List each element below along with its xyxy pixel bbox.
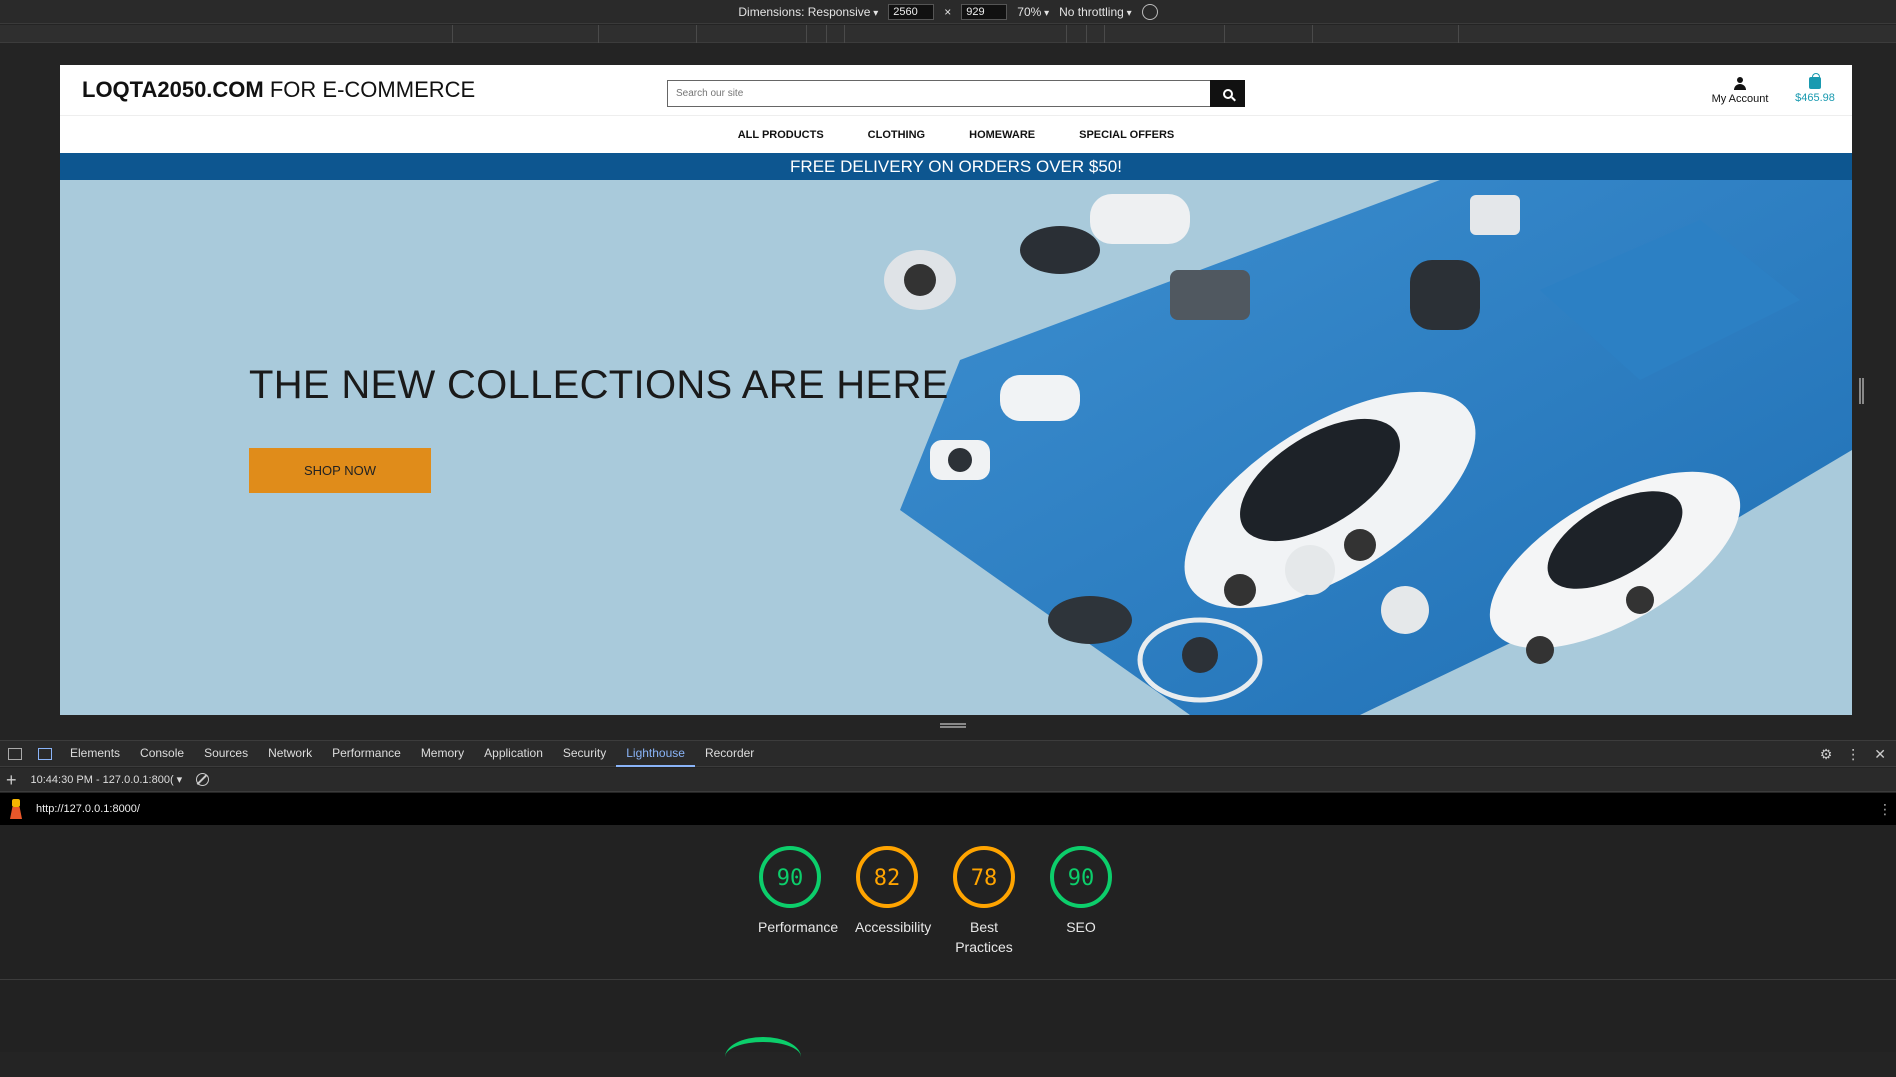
hero-title: THE NEW COLLECTIONS ARE HERE [249, 363, 949, 407]
gauge-performance-label: Performance [758, 919, 839, 935]
report-menu-icon[interactable]: ⋮ [1878, 801, 1892, 818]
tab-lighthouse[interactable]: Lighthouse [616, 740, 695, 767]
user-icon [1734, 77, 1746, 91]
viewport-resize-handle[interactable] [940, 723, 966, 728]
search-icon [1222, 88, 1233, 99]
nav-all-products[interactable]: ALL PRODUCTS [738, 129, 824, 141]
nav-special-offers[interactable]: SPECIAL OFFERS [1079, 129, 1174, 141]
gauge-performance[interactable]: 90 Performance [758, 845, 839, 957]
tab-performance[interactable]: Performance [322, 740, 411, 767]
site-logo[interactable]: LOQTA2050.COM FOR E-COMMERCE [82, 77, 475, 103]
lighthouse-logo-icon [8, 799, 24, 819]
nav-homeware[interactable]: HOMEWARE [969, 129, 1035, 141]
report-select[interactable]: 10:44:30 PM - 127.0.0.1:800( ▾ [31, 773, 183, 786]
search-input[interactable] [667, 80, 1210, 107]
tab-elements[interactable]: Elements [60, 740, 130, 767]
device-toggle-icon[interactable] [38, 747, 52, 760]
gauge-accessibility[interactable]: 82 Accessibility [855, 845, 932, 957]
promo-banner: FREE DELIVERY ON ORDERS OVER $50! [60, 153, 1852, 180]
gauge-seo-label: SEO [1066, 919, 1096, 935]
tab-network[interactable]: Network [258, 740, 322, 767]
lighthouse-toolbar: + 10:44:30 PM - 127.0.0.1:800( ▾ [0, 768, 1896, 792]
site-header: LOQTA2050.COM FOR E-COMMERCE My Account … [60, 65, 1852, 115]
nav-clothing[interactable]: CLOTHING [868, 129, 925, 141]
tab-application[interactable]: Application [474, 740, 553, 767]
report-url-bar: http://127.0.0.1:8000/ ⋮ [0, 793, 1896, 825]
devtools-actions: ⚙ ⋮ ✕ [1820, 741, 1886, 768]
rotate-icon[interactable] [1141, 3, 1158, 20]
search-button[interactable] [1210, 80, 1245, 107]
gauge-accessibility-ring: 82 [856, 846, 918, 908]
dimensions-dropdown[interactable]: Dimensions: Responsive [738, 5, 878, 19]
device-toolbar: Dimensions: Responsive 2560 × 929 70% No… [0, 0, 1896, 24]
cart-total: $465.98 [1795, 92, 1835, 104]
report-select-value: 10:44:30 PM - 127.0.0.1:800( [30, 774, 174, 786]
gauge-performance-score: 90 [777, 866, 804, 891]
gauge-best-practices-ring: 78 [953, 846, 1015, 908]
gauge-performance-ring: 90 [759, 846, 821, 908]
hero-banner: THE NEW COLLECTIONS ARE HERE SHOP NOW [60, 180, 1852, 715]
more-options-icon[interactable]: ⋮ [1846, 746, 1860, 763]
lighthouse-report: 90 Performance 82 Accessibility 78 Best … [0, 825, 1896, 1052]
width-input[interactable]: 2560 [888, 3, 935, 20]
gauge-best-practices-score: 78 [971, 866, 998, 891]
inspect-element-icon[interactable] [8, 747, 22, 760]
new-report-icon[interactable]: + [6, 771, 17, 789]
height-input[interactable]: 929 [961, 3, 1008, 20]
tab-security[interactable]: Security [553, 740, 616, 767]
close-icon[interactable]: ✕ [1874, 746, 1886, 763]
main-nav: ALL PRODUCTS CLOTHING HOMEWARE SPECIAL O… [60, 115, 1852, 153]
account-label: My Account [1711, 93, 1769, 105]
search-bar [667, 80, 1245, 107]
viewport-side-resize-handle[interactable] [1859, 378, 1864, 404]
gauge-seo-ring: 90 [1050, 846, 1112, 908]
devtools-tabbar: Elements Console Sources Network Perform… [0, 740, 1896, 767]
shop-now-button[interactable]: SHOP NOW [249, 448, 431, 493]
media-query-bar[interactable] [0, 25, 1896, 43]
zoom-dropdown[interactable]: 70% [1017, 5, 1049, 19]
gauge-accessibility-label: Accessibility [855, 919, 932, 935]
gauge-best-practices[interactable]: 78 Best Practices [952, 845, 1016, 957]
cart-link[interactable]: $465.98 [1780, 73, 1850, 104]
clear-reports-icon[interactable] [196, 773, 210, 786]
gauge-accessibility-score: 82 [874, 866, 901, 891]
overall-gauge-arc [725, 1037, 801, 1077]
dimension-separator: × [944, 4, 952, 19]
report-url[interactable]: http://127.0.0.1:8000/ [36, 803, 140, 815]
gauge-best-practices-label: Best Practices [955, 919, 1013, 955]
logo-bold: LOQTA2050.COM [82, 77, 264, 102]
hero-image [840, 180, 1852, 715]
report-divider [0, 979, 1896, 980]
tab-memory[interactable]: Memory [411, 740, 474, 767]
shopping-bag-icon [1809, 73, 1821, 89]
my-account-link[interactable]: My Account [1700, 77, 1780, 105]
score-gauges: 90 Performance 82 Accessibility 78 Best … [758, 845, 1113, 957]
throttling-dropdown[interactable]: No throttling [1059, 5, 1132, 19]
settings-gear-icon[interactable]: ⚙ [1820, 746, 1833, 763]
tab-recorder[interactable]: Recorder [695, 740, 764, 767]
tab-sources[interactable]: Sources [194, 740, 258, 767]
gauge-seo-score: 90 [1068, 866, 1095, 891]
logo-rest: FOR E-COMMERCE [263, 77, 476, 102]
site-viewport: LOQTA2050.COM FOR E-COMMERCE My Account … [60, 65, 1852, 715]
tab-console[interactable]: Console [130, 740, 194, 767]
gauge-seo[interactable]: 90 SEO [1049, 845, 1113, 957]
